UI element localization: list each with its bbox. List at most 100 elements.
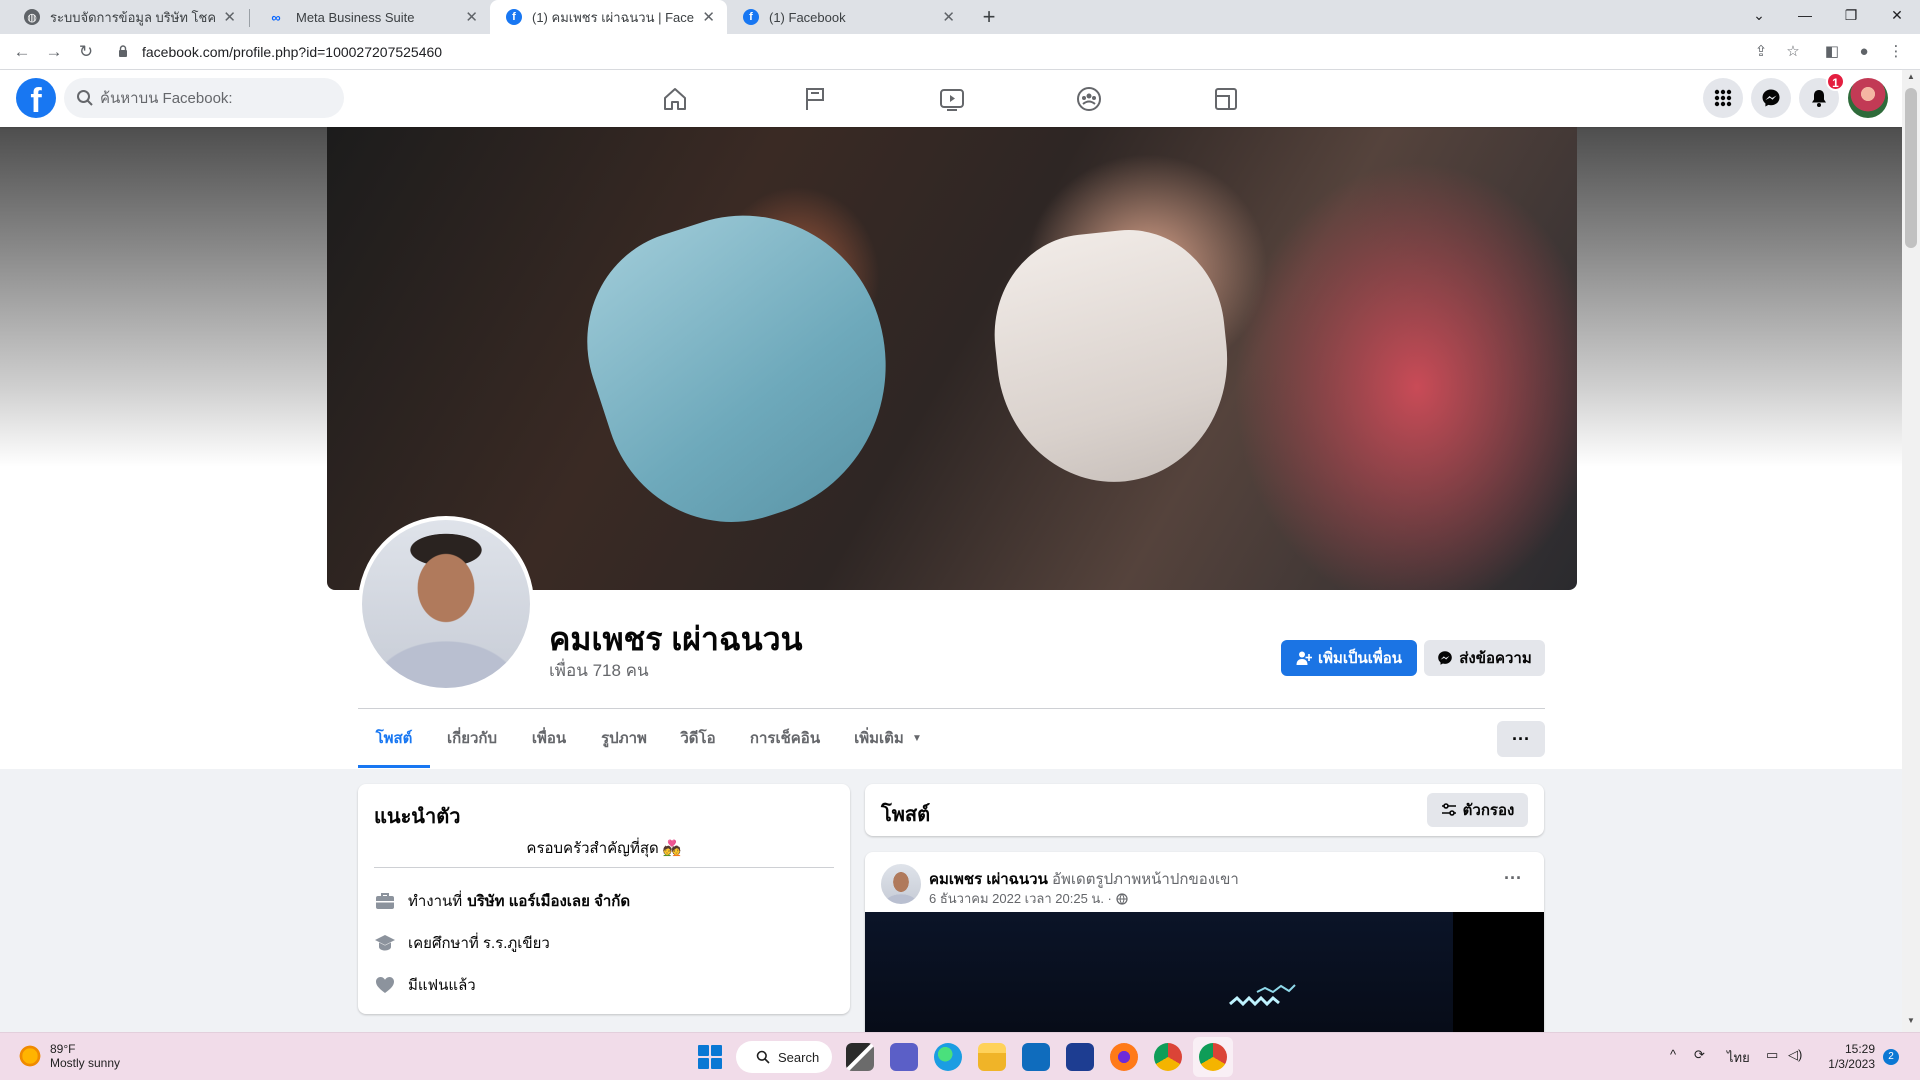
cover-photo-detail [557,179,927,555]
teams-icon[interactable] [890,1043,918,1071]
post-meta: 6 ธันวาคม 2022 เวลา 20:25 น. · [929,888,1128,909]
temperature: 89°F [50,1042,76,1056]
mail-icon[interactable] [1022,1043,1050,1071]
send-message-button[interactable]: ส่งข้อความ [1424,640,1545,676]
volume-icon[interactable]: ◁) [1788,1047,1802,1063]
tab-photos[interactable]: รูปภาพ [592,712,656,768]
messenger-icon [1762,89,1780,107]
post-author-avatar[interactable] [881,864,921,904]
add-friend-button[interactable]: เพิ่มเป็นเพื่อน [1281,640,1417,676]
close-icon[interactable]: ✕ [465,8,478,26]
task-view-icon[interactable] [846,1043,874,1071]
pages-nav[interactable] [760,78,870,120]
file-explorer-icon[interactable] [978,1043,1006,1071]
post-image-light [1229,984,1296,1007]
messenger-button[interactable] [1751,78,1791,118]
filter-button[interactable]: ตัวกรอง [1427,793,1528,827]
facebook-logo[interactable]: f [16,78,56,118]
briefcase-icon [374,890,396,912]
reload-icon[interactable]: ↻ [74,40,98,64]
minimize-icon[interactable]: — [1782,0,1828,30]
notification-center-badge[interactable]: 2 [1883,1049,1899,1065]
add-friend-icon [1296,651,1312,665]
chrome-icon[interactable] [1154,1043,1182,1071]
browser-tab-3[interactable]: f (1) คมเพชร เผ่าฉนวน | Facebook ✕ [490,0,727,34]
groups-nav[interactable] [1034,78,1144,120]
cover-photo[interactable] [327,127,1577,590]
sun-icon [18,1044,42,1068]
profile-icon[interactable]: ● [1853,41,1875,63]
profile-divider [358,708,1545,709]
taskbar-search-button[interactable]: Search [736,1041,832,1073]
menu-button[interactable] [1703,78,1743,118]
new-tab-button[interactable]: + [976,4,1002,30]
tab-title: Meta Business Suite [296,9,415,25]
sync-icon[interactable]: ⟳ [1694,1047,1705,1063]
tab-checkins[interactable]: การเช็คอิน [740,712,830,768]
post-time[interactable]: 6 ธันวาคม 2022 เวลา 20:25 น. · [929,888,1112,909]
chrome-icon[interactable] [1199,1043,1227,1071]
browser-tab-1[interactable]: ◍ ระบบจัดการข้อมูล บริษัท โชคลูกโชค ว ✕ [8,0,248,34]
search-icon [77,90,93,106]
account-avatar[interactable] [1848,78,1888,118]
tab-about[interactable]: เกี่ยวกับ [438,712,506,768]
taskbar-clock[interactable]: 15:29 1/3/2023 [1815,1042,1875,1072]
app-icon[interactable] [1066,1043,1094,1071]
home-nav[interactable] [620,78,730,120]
post-menu-button[interactable]: ··· [1504,868,1522,889]
url-field[interactable]: facebook.com/profile.php?id=100027207525… [108,39,1802,65]
input-language[interactable]: ไทย [1727,1047,1750,1068]
restore-icon[interactable]: ❐ [1828,0,1874,30]
tab-posts[interactable]: โพสต์ [358,712,430,768]
browser-tab-4[interactable]: f (1) Facebook ✕ [727,0,967,34]
caret-down-icon[interactable]: ▼ [910,712,924,768]
bookmark-star-icon[interactable]: ☆ [1782,41,1804,63]
browser-tab-2[interactable]: ∞ Meta Business Suite ✕ [250,0,490,34]
close-icon[interactable]: ✕ [223,8,236,26]
weather-widget[interactable]: 89°F Mostly sunny [18,1042,120,1070]
share-icon[interactable]: ⇪ [1750,41,1772,63]
scroll-down-icon[interactable]: ▼ [1905,1016,1917,1030]
relationship-text: มีแฟนแล้ว [408,977,476,994]
profile-picture[interactable] [358,516,534,692]
taskbar-search-label: Search [778,1049,820,1065]
network-icon[interactable]: ▭ [1766,1047,1778,1063]
tab-videos[interactable]: วิดีโอ [670,712,726,768]
tray-chevron-icon[interactable]: ^ [1670,1047,1676,1062]
filter-icon [1441,803,1456,816]
forward-icon[interactable]: → [42,40,66,64]
side-panel-icon[interactable]: ◧ [1821,41,1843,63]
tab-more[interactable]: เพิ่มเติม [844,712,914,768]
scroll-up-icon[interactable]: ▲ [1905,72,1917,86]
windows-start-icon[interactable] [698,1045,722,1069]
close-icon[interactable]: ✕ [942,8,955,26]
post-author-name[interactable]: คมเพชร เผ่าฉนวน [929,871,1048,888]
post-image[interactable] [865,912,1544,1032]
education-text[interactable]: เคยศึกษาที่ ร.ร.ภูเขียว [408,931,550,955]
close-icon[interactable]: ✕ [702,8,715,26]
tab-search-icon[interactable]: ⌄ [1736,0,1782,30]
video-icon [940,89,964,111]
gaming-nav[interactable] [1171,78,1281,120]
home-icon [664,88,686,110]
bell-icon [1812,90,1826,107]
globe-icon: ◍ [24,9,40,25]
add-friend-label: เพิ่มเป็นเพื่อน [1317,650,1403,667]
back-icon[interactable]: ← [10,40,34,64]
watch-nav[interactable] [897,78,1007,120]
clock-time: 15:29 [1844,1042,1875,1056]
scrollbar-thumb[interactable] [1905,88,1917,248]
friends-count[interactable]: เพื่อน 718 คน [549,657,649,684]
facebook-search[interactable] [64,78,344,118]
firefox-icon[interactable] [1110,1043,1138,1071]
graduation-cap-icon [374,932,396,954]
search-input[interactable] [100,78,330,118]
profile-more-button[interactable]: ··· [1497,721,1545,757]
work-place[interactable]: บริษัท แอร์เมืองเลย จำกัด [467,889,630,913]
notifications-button[interactable]: 1 [1799,72,1845,118]
window-close-icon[interactable]: ✕ [1874,0,1920,30]
chrome-menu-icon[interactable]: ⋮ [1885,41,1907,63]
edge-icon[interactable] [934,1043,962,1071]
intro-relationship: มีแฟนแล้ว [374,974,476,996]
tab-friends[interactable]: เพื่อน [520,712,578,768]
